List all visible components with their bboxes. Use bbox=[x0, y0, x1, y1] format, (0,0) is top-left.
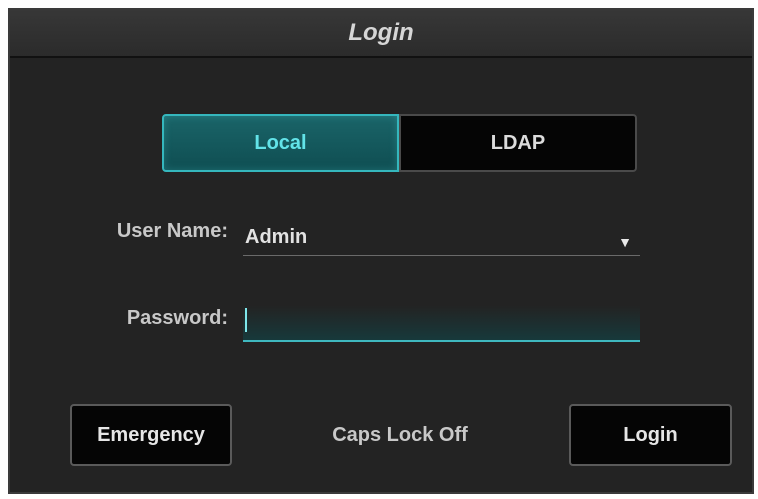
emergency-button[interactable]: Emergency bbox=[70, 404, 232, 466]
username-dropdown[interactable]: Admin ▼ bbox=[243, 220, 640, 256]
ldap-auth-button[interactable]: LDAP bbox=[399, 114, 637, 172]
dialog-title-bar: Login bbox=[10, 10, 752, 58]
username-value: Admin bbox=[245, 226, 308, 248]
dialog-title: Login bbox=[348, 19, 414, 46]
login-button[interactable]: Login bbox=[569, 404, 732, 466]
text-caret bbox=[245, 308, 247, 332]
caps-lock-status: Caps Lock Off bbox=[332, 424, 468, 446]
local-auth-button[interactable]: Local bbox=[162, 114, 399, 172]
login-dialog: Login Local LDAP User Name: Admin ▼ Pass… bbox=[8, 8, 754, 494]
password-input[interactable] bbox=[243, 302, 640, 342]
password-label: Password: bbox=[126, 307, 228, 329]
username-label: User Name: bbox=[116, 220, 228, 242]
chevron-down-icon[interactable]: ▼ bbox=[618, 234, 632, 250]
